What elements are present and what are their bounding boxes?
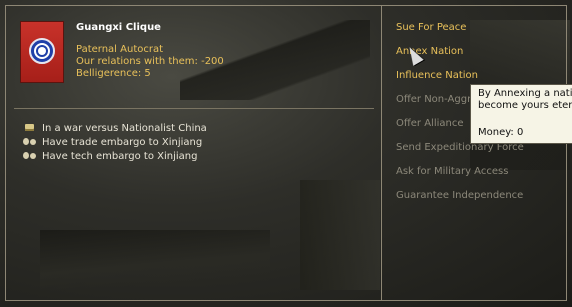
flag-sun (38, 47, 46, 55)
flag-emblem (29, 38, 55, 64)
guarantee-independence-button[interactable]: Guarantee Independence (396, 189, 524, 213)
panel-divider-horizontal (14, 108, 374, 109)
ask-military-access-button[interactable]: Ask for Military Access (396, 165, 524, 189)
sue-for-peace-button[interactable]: Sue For Peace (396, 21, 524, 45)
send-expeditionary-force-button[interactable]: Send Expeditionary Force (396, 141, 524, 165)
country-name: Guangxi Clique (76, 22, 161, 33)
status-list: In a war versus Nationalist China Have t… (22, 121, 207, 163)
status-text: In a war versus Nationalist China (42, 122, 207, 134)
war-icon (22, 123, 38, 133)
belligerence-value: Belligerence: 5 (76, 68, 151, 79)
tooltip-line: By Annexing a natio (478, 88, 572, 99)
panel-divider-vertical (381, 5, 382, 301)
relations-value: Our relations with them: -200 (76, 56, 224, 67)
status-item: Have tech embargo to Xinjiang (22, 149, 207, 163)
kmt-flag-icon (20, 21, 64, 83)
annex-tooltip: By Annexing a natio become yours etern M… (470, 84, 572, 144)
tech-embargo-icon (22, 151, 38, 161)
trade-embargo-icon (22, 137, 38, 147)
status-text: Have trade embargo to Xinjiang (42, 136, 203, 148)
tooltip-line: become yours etern (478, 100, 572, 111)
country-info: Paternal Autocrat Our relations with the… (76, 44, 224, 80)
status-item: In a war versus Nationalist China (22, 121, 207, 135)
status-text: Have tech embargo to Xinjiang (42, 150, 198, 162)
tooltip-money: Money: 0 (478, 127, 524, 138)
status-item: Have trade embargo to Xinjiang (22, 135, 207, 149)
government-type: Paternal Autocrat (76, 44, 164, 55)
